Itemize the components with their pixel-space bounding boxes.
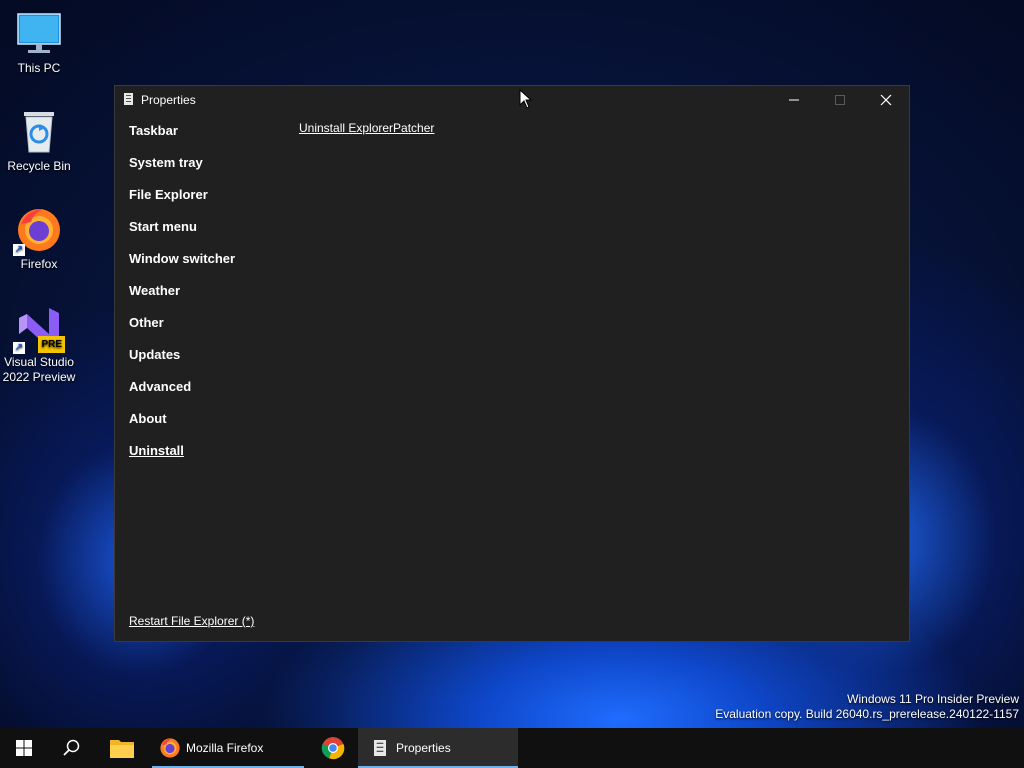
nav-item-weather[interactable]: Weather [129,276,235,308]
shortcut-arrow-icon: ↗ [13,342,25,354]
windows-logo-icon [16,740,32,756]
search-button[interactable] [48,728,96,768]
window-titlebar[interactable]: Properties [115,86,909,114]
properties-app-icon [124,93,133,105]
taskbar-item-label: Properties [396,741,451,755]
settings-nav: Taskbar System tray File Explorer Start … [129,116,235,468]
chrome-icon [321,737,345,760]
window-title: Properties [141,93,196,107]
nav-item-uninstall[interactable]: Uninstall [129,436,235,468]
desktop-icon-label: Recycle Bin [7,159,71,173]
desktop-icon-label-line2: 2022 Preview [2,370,76,384]
maximize-button[interactable] [817,86,863,114]
nav-item-system-tray[interactable]: System tray [129,148,235,180]
nav-item-file-explorer[interactable]: File Explorer [129,180,235,212]
nav-item-updates[interactable]: Updates [129,340,235,372]
start-button[interactable] [0,728,48,768]
desktop-icon-label: This PC [17,61,61,75]
monitor-icon [15,10,63,58]
firefox-icon [160,738,180,758]
uninstall-explorerpatcher-link[interactable]: Uninstall ExplorerPatcher [299,121,434,135]
nav-item-start-menu[interactable]: Start menu [129,212,235,244]
taskbar: Mozilla Firefox Properties [0,728,1024,768]
taskbar-file-explorer-button[interactable] [98,728,146,768]
preview-badge: PRE [38,336,65,353]
nav-item-about[interactable]: About [129,404,235,436]
restart-file-explorer-link[interactable]: Restart File Explorer (*) [129,614,254,628]
taskbar-item-label: Mozilla Firefox [186,741,264,755]
minimize-button[interactable] [771,86,817,114]
desktop-icon-label-line1: Visual Studio [4,355,74,369]
desktop-icon-visual-studio[interactable]: PRE ↗ Visual Studio 2022 Preview [0,304,78,385]
watermark-line2: Evaluation copy. Build 26040.rs_prerelea… [715,707,1019,721]
mouse-cursor-icon [519,89,533,109]
minimize-icon [789,99,799,101]
desktop-icon-this-pc[interactable]: This PC [0,10,78,76]
nav-item-advanced[interactable]: Advanced [129,372,235,404]
taskbar-item-firefox[interactable]: Mozilla Firefox [152,728,304,768]
taskbar-item-properties[interactable]: Properties [358,728,518,768]
nav-item-other[interactable]: Other [129,308,235,340]
nav-item-taskbar[interactable]: Taskbar [129,116,235,148]
shortcut-arrow-icon: ↗ [13,244,25,256]
visual-studio-icon: PRE ↗ [13,304,65,354]
firefox-icon: ↗ [13,206,63,256]
recycle-bin-icon [15,108,63,156]
search-icon [63,739,80,756]
properties-icon [374,740,386,756]
evaluation-watermark: Windows 11 Pro Insider Preview Evaluatio… [715,692,1019,722]
taskbar-chrome-button[interactable] [310,728,356,768]
maximize-icon [835,95,845,105]
watermark-line1: Windows 11 Pro Insider Preview [847,692,1019,706]
close-icon [880,94,892,106]
desktop-icon-recycle-bin[interactable]: Recycle Bin [0,108,78,174]
folder-icon [110,740,134,758]
properties-window: Properties Taskbar System tray File Expl… [114,85,910,642]
desktop-icon-label: Firefox [20,257,58,271]
desktop-icon-firefox[interactable]: ↗ Firefox [0,206,78,272]
close-button[interactable] [863,86,909,114]
nav-item-window-switcher[interactable]: Window switcher [129,244,235,276]
